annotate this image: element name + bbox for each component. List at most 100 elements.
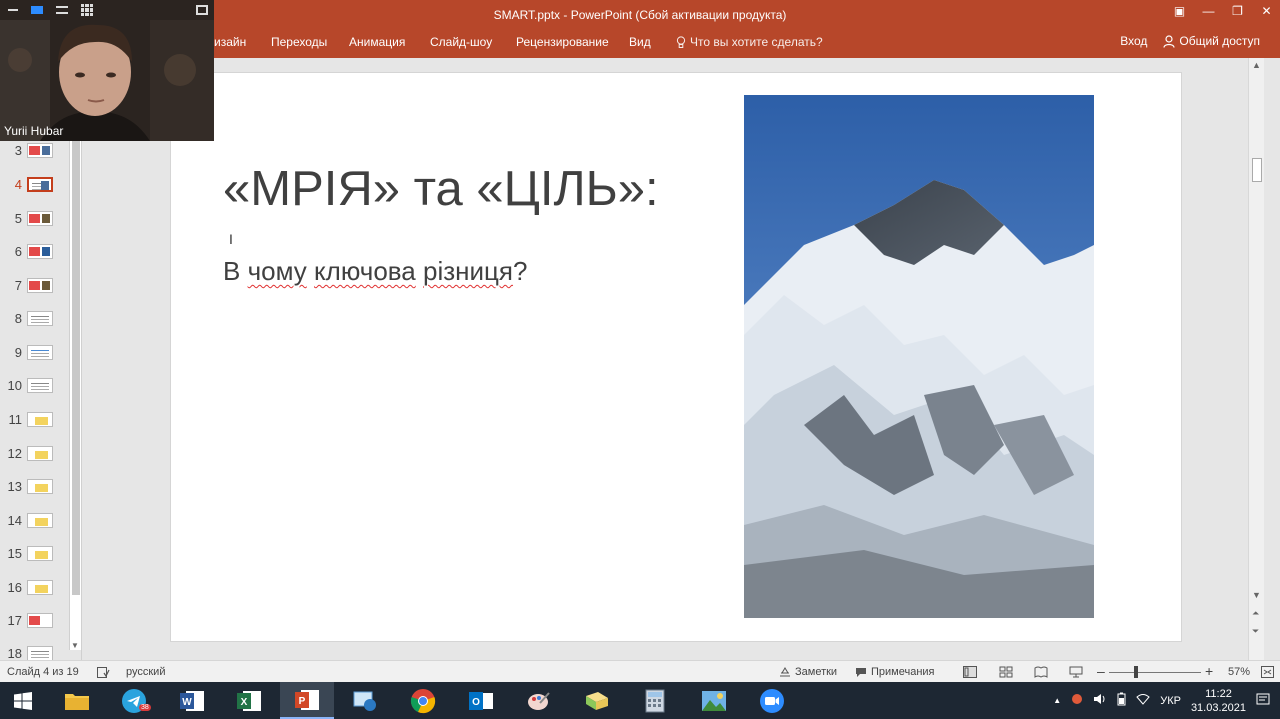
gallery-view-icon[interactable] — [81, 4, 93, 16]
thumbnail-number: 13 — [7, 478, 22, 494]
thumbnail-number: 5 — [14, 210, 22, 226]
notes-button[interactable]: Заметки — [779, 666, 837, 678]
webcam-overlay[interactable]: Yurii Hubar — [0, 0, 214, 141]
current-slide[interactable]: «МРІЯ» та «ЦІЛЬ»: I В чому ключова різни… — [170, 72, 1182, 642]
thumbnail-preview — [27, 377, 53, 393]
thumbnail-slide-5[interactable]: 5 — [0, 203, 70, 233]
action-center-icon[interactable] — [1256, 692, 1270, 709]
taskbar-app-photo-viewer[interactable] — [687, 682, 741, 719]
thumbnail-slide-6[interactable]: 6 — [0, 236, 70, 266]
notification-icon[interactable] — [1071, 693, 1083, 708]
taskbar-app-paint[interactable] — [512, 682, 566, 719]
word-icon: W — [180, 690, 204, 711]
slideshow-button[interactable] — [1069, 666, 1083, 678]
clock[interactable]: 11:22 31.03.2021 — [1191, 687, 1246, 715]
taskbar-app-word[interactable]: W — [165, 682, 219, 719]
tab-design[interactable]: изайн — [214, 35, 246, 49]
tell-me-text: Что вы хотите сделать? — [690, 35, 823, 49]
workspace: 3 4 5 6 7 8 9 10 11 12 13 14 15 16 17 18… — [0, 58, 1280, 661]
slideshow-icon — [1069, 666, 1083, 678]
scroll-down-arrow-icon[interactable]: ▼ — [1252, 590, 1261, 600]
zoom-out-button[interactable]: – — [1097, 663, 1105, 679]
zoom-slider[interactable] — [1109, 672, 1201, 673]
show-hidden-icons-icon[interactable]: ▲ — [1053, 696, 1061, 705]
thumbnail-slide-10[interactable]: 10 — [0, 370, 70, 400]
thumbnail-slide-13[interactable]: 13 — [0, 471, 70, 501]
keyboard-language[interactable]: УКР — [1160, 695, 1181, 707]
fit-slide-button[interactable] — [1261, 666, 1274, 678]
zoom-slider-thumb[interactable] — [1134, 666, 1138, 678]
slide-sorter-button[interactable] — [999, 666, 1013, 678]
notes-label: Заметки — [795, 666, 838, 678]
thumbnails-scroll-thumb[interactable] — [72, 140, 80, 595]
spellcheck-icon — [97, 666, 110, 678]
close-button[interactable]: ✕ — [1253, 0, 1280, 22]
ribbon-display-icon[interactable]: ▣ — [1166, 0, 1193, 22]
minimize-button[interactable]: — — [1195, 0, 1222, 22]
taskbar-app-calculator[interactable] — [628, 682, 682, 719]
thumbnail-preview — [27, 612, 53, 628]
editor-scrollbar[interactable]: ▲ ▼ ⏶ ⏷ — [1248, 58, 1264, 660]
tell-me-box[interactable]: Что вы хотите сделать? — [676, 35, 823, 49]
taskbar-app-remote-desktop[interactable] — [338, 682, 392, 719]
start-button[interactable] — [0, 682, 46, 719]
mountain-photo[interactable] — [744, 95, 1094, 618]
tab-slideshow[interactable]: Слайд-шоу — [430, 35, 492, 49]
tab-view[interactable]: Вид — [629, 35, 651, 49]
restore-button[interactable]: ❐ — [1224, 0, 1251, 22]
thumbnail-preview — [27, 210, 53, 226]
thumbnail-slide-15[interactable]: 15 — [0, 538, 70, 568]
fit-to-window-icon — [1261, 666, 1274, 678]
next-slide-icon[interactable]: ⏷ — [1252, 626, 1259, 637]
scroll-up-arrow-icon[interactable]: ▲ — [1252, 60, 1261, 70]
thumbnail-preview — [27, 142, 53, 158]
exit-fullscreen-icon[interactable] — [196, 5, 208, 15]
taskbar-app-zoom[interactable] — [745, 682, 799, 719]
share-button[interactable]: Общий доступ — [1163, 34, 1260, 48]
network-icon[interactable] — [1136, 693, 1150, 708]
thumbnail-slide-11[interactable]: 11 — [0, 404, 70, 434]
thumbnail-slide-8[interactable]: 8 — [0, 303, 70, 333]
zoom-level[interactable]: 57% — [1228, 666, 1250, 678]
thumbnail-slide-7[interactable]: 7 — [0, 270, 70, 300]
taskbar-app-telegram[interactable]: 38 — [107, 682, 161, 719]
comment-icon — [856, 667, 866, 677]
tab-review[interactable]: Рецензирование — [516, 35, 609, 49]
paint-icon — [528, 691, 550, 710]
taskbar-app-folder[interactable] — [570, 682, 624, 719]
taskbar-app-file-explorer[interactable] — [50, 682, 104, 719]
thumbnail-slide-12[interactable]: 12 — [0, 438, 70, 468]
zoom-in-button[interactable]: + — [1205, 663, 1213, 679]
thumbnail-slide-17[interactable]: 17 — [0, 605, 70, 635]
tab-animations[interactable]: Анимация — [349, 35, 405, 49]
scroll-down-arrow-icon[interactable]: ▼ — [71, 641, 79, 650]
thumbnail-slide-14[interactable]: 14 — [0, 505, 70, 535]
previous-slide-icon[interactable]: ⏶ — [1252, 608, 1259, 619]
reading-view-button[interactable] — [1034, 666, 1048, 678]
battery-icon[interactable] — [1117, 692, 1126, 709]
svg-text:O: O — [472, 697, 480, 708]
volume-icon[interactable] — [1093, 693, 1107, 708]
thumbnail-slide-4[interactable]: 4 — [0, 169, 70, 199]
slide-body-text[interactable]: В чому ключова різниця? — [223, 256, 527, 287]
slide-title[interactable]: «МРІЯ» та «ЦІЛЬ»: — [223, 161, 659, 217]
normal-view-button[interactable] — [963, 666, 977, 678]
thumbnails-scrollbar[interactable]: ▼ — [69, 140, 81, 650]
thumbnail-preview — [27, 545, 53, 561]
taskbar-app-powerpoint[interactable]: P — [280, 682, 334, 719]
tab-transitions[interactable]: Переходы — [271, 35, 327, 49]
minimize-video-icon[interactable] — [8, 9, 18, 11]
single-view-icon[interactable] — [31, 6, 43, 14]
comments-button[interactable]: Примечания — [855, 666, 935, 678]
language-indicator[interactable]: русский — [97, 666, 165, 678]
signin-link[interactable]: Вход — [1120, 34, 1147, 48]
strip-view-icon[interactable] — [56, 6, 68, 14]
taskbar-app-chrome[interactable] — [396, 682, 450, 719]
taskbar-app-excel[interactable]: X — [222, 682, 276, 719]
taskbar-app-outlook[interactable]: O — [454, 682, 508, 719]
powerpoint-icon: P — [295, 689, 319, 710]
thumbnail-slide-9[interactable]: 9 — [0, 337, 70, 367]
thumbnail-slide-16[interactable]: 16 — [0, 572, 70, 602]
editor-scroll-thumb[interactable] — [1252, 158, 1262, 182]
folder-icon — [586, 691, 608, 710]
